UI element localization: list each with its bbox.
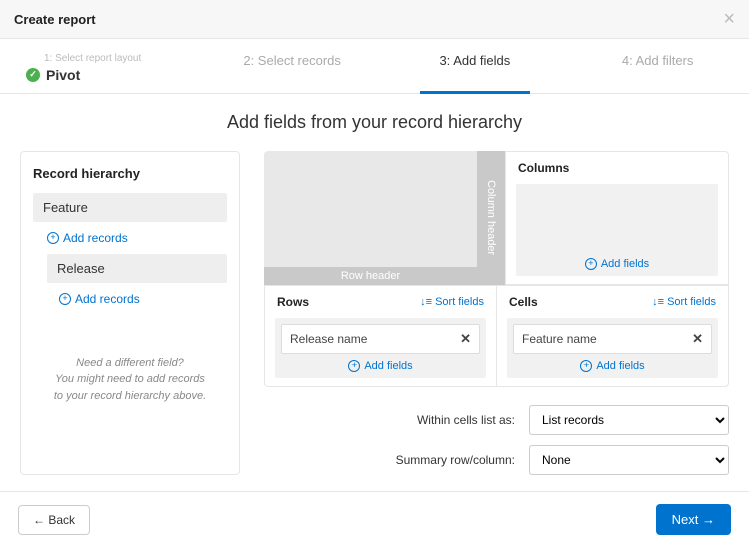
remove-icon[interactable]: ✕	[460, 331, 471, 347]
pivot-designer: Row header Column header Columns + Add f…	[264, 151, 729, 475]
sort-icon: ↓≡	[420, 296, 432, 308]
step-1-super: 1: Select report layout	[44, 53, 193, 64]
columns-dropzone[interactable]: + Add fields	[516, 184, 718, 276]
plus-icon: +	[348, 360, 360, 372]
modal-footer: ← Back Next →	[0, 491, 749, 547]
column-header-label: Column header	[485, 180, 497, 255]
rows-dropzone[interactable]: Release name ✕ + Add fields	[275, 318, 486, 378]
columns-panel: Columns + Add fields	[505, 151, 729, 285]
step-4-label: 4: Add filters	[622, 53, 694, 68]
add-records-link[interactable]: + Add records	[33, 222, 227, 254]
record-hierarchy-panel: Record hierarchy Feature + Add records R…	[20, 151, 240, 475]
sort-fields-link[interactable]: ↓≡ Sort fields	[420, 296, 484, 308]
cells-panel: Cells ↓≡ Sort fields Feature name ✕	[496, 285, 729, 387]
columns-title: Columns	[518, 161, 569, 175]
rows-panel: Rows ↓≡ Sort fields Release name ✕	[264, 285, 496, 387]
within-cells-select[interactable]: List records	[529, 405, 729, 435]
tree-item-feature[interactable]: Feature	[33, 193, 227, 222]
help-line: to your record hierarchy above.	[33, 388, 227, 405]
plus-icon: +	[585, 258, 597, 270]
step-3[interactable]: 3: Add fields	[384, 39, 567, 93]
rows-title: Rows	[277, 295, 309, 309]
sort-label: Sort fields	[435, 296, 484, 308]
close-icon[interactable]: ×	[723, 9, 735, 29]
hierarchy-title: Record hierarchy	[33, 166, 227, 181]
back-button[interactable]: ← Back	[18, 505, 90, 535]
sort-label: Sort fields	[667, 296, 716, 308]
next-button[interactable]: Next →	[656, 504, 731, 535]
step-2-label: 2: Select records	[243, 53, 341, 68]
remove-icon[interactable]: ✕	[692, 331, 703, 347]
help-line: You might need to add records	[33, 371, 227, 388]
add-records-label: Add records	[75, 292, 140, 306]
add-fields-label: Add fields	[601, 258, 649, 270]
help-line: Need a different field?	[33, 355, 227, 372]
sort-icon: ↓≡	[652, 296, 664, 308]
summary-label: Summary row/column:	[396, 453, 515, 467]
step-4[interactable]: 4: Add filters	[566, 39, 749, 93]
row-header-label: Row header	[264, 267, 477, 285]
page-title: Add fields from your record hierarchy	[20, 112, 729, 133]
plus-icon: +	[59, 293, 71, 305]
add-fields-link[interactable]: + Add fields	[585, 258, 649, 270]
cells-title: Cells	[509, 295, 538, 309]
step-2[interactable]: 2: Select records	[201, 39, 384, 93]
within-cells-label: Within cells list as:	[417, 413, 515, 427]
row-header-dropzone[interactable]: Row header	[264, 151, 477, 285]
add-records-link[interactable]: + Add records	[33, 283, 227, 315]
add-fields-link[interactable]: + Add fields	[580, 360, 644, 372]
tree-item-release[interactable]: Release	[47, 254, 227, 283]
plus-icon: +	[580, 360, 592, 372]
modal-title: Create report	[14, 12, 96, 27]
hierarchy-help: Need a different field? You might need t…	[33, 355, 227, 405]
pill-label: Release name	[290, 332, 367, 346]
add-fields-label: Add fields	[364, 360, 412, 372]
field-pill-feature-name[interactable]: Feature name ✕	[513, 324, 712, 354]
step-1-label: Pivot	[46, 67, 80, 83]
step-3-label: 3: Add fields	[439, 53, 510, 68]
sort-fields-link[interactable]: ↓≡ Sort fields	[652, 296, 716, 308]
add-fields-label: Add fields	[596, 360, 644, 372]
pill-label: Feature name	[522, 332, 597, 346]
plus-icon: +	[47, 232, 59, 244]
step-1[interactable]: 1: Select report layout ✓ Pivot	[0, 39, 201, 93]
cells-dropzone[interactable]: Feature name ✕ + Add fields	[507, 318, 718, 378]
add-records-label: Add records	[63, 231, 128, 245]
add-fields-link[interactable]: + Add fields	[348, 360, 412, 372]
column-header-dropzone[interactable]: Column header	[477, 151, 505, 285]
summary-select[interactable]: None	[529, 445, 729, 475]
modal-header: Create report ×	[0, 0, 749, 39]
check-icon: ✓	[26, 68, 40, 82]
field-pill-release-name[interactable]: Release name ✕	[281, 324, 480, 354]
wizard-steps: 1: Select report layout ✓ Pivot 2: Selec…	[0, 39, 749, 94]
